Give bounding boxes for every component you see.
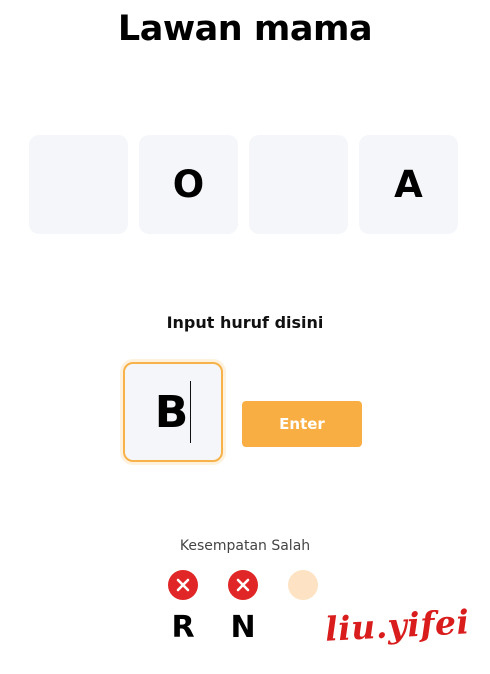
letter-input-value: B	[154, 386, 189, 438]
signature-watermark: liu.yifei	[324, 602, 471, 649]
enter-button[interactable]: Enter	[242, 401, 362, 447]
text-caret	[190, 381, 192, 443]
input-prompt: Input huruf disini	[166, 313, 324, 332]
wrong-chance-3-empty-icon	[288, 570, 318, 600]
letter-input[interactable]: B	[123, 362, 223, 462]
letter-slot-4: A	[359, 135, 458, 234]
wrong-chance-2-x-icon	[228, 570, 258, 600]
wrong-chances-label: Kesempatan Salah	[179, 538, 311, 554]
page-title: Lawan mama	[117, 9, 373, 49]
letter-slot-3	[249, 135, 348, 234]
wrong-letter-2: N	[230, 610, 256, 645]
wrong-letter-1: R	[171, 610, 195, 645]
wrong-chance-1-x-icon	[168, 570, 198, 600]
letter-slot-2: O	[139, 135, 238, 234]
letter-slot-1	[29, 135, 128, 234]
